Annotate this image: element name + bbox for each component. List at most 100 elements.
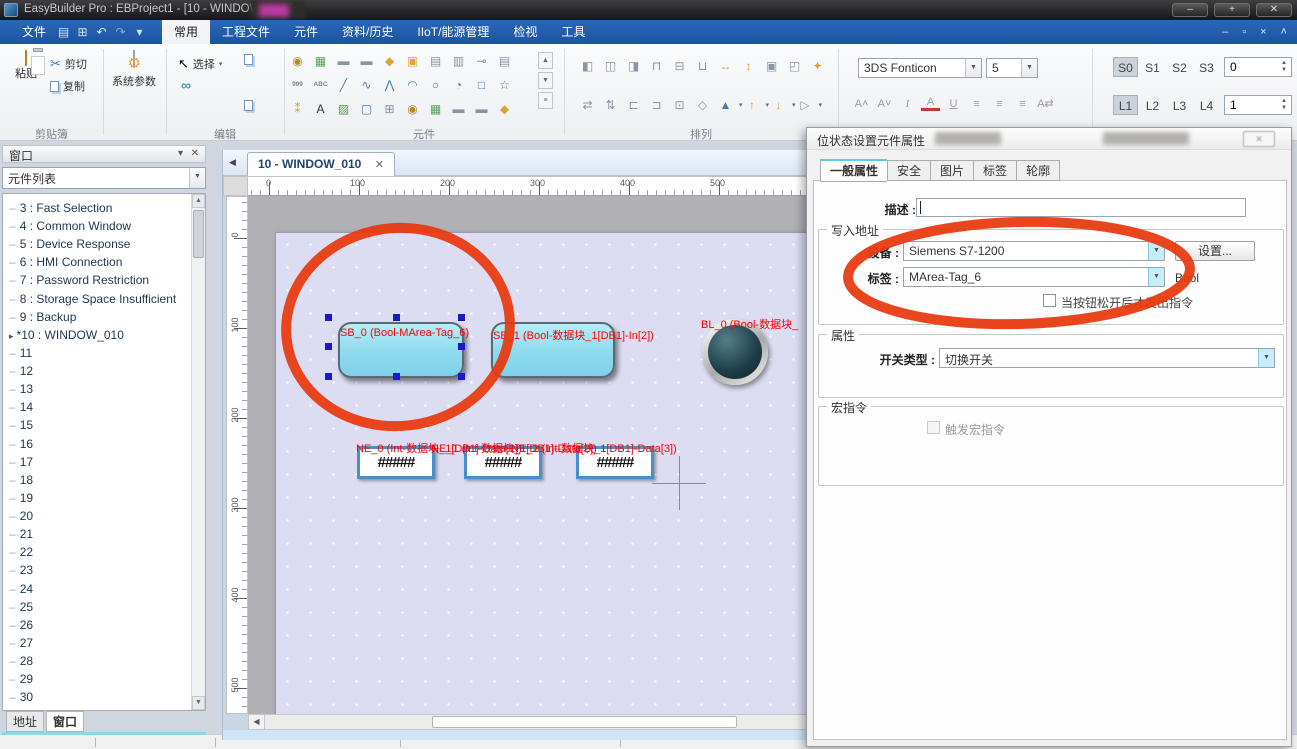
tree-item[interactable]: –17 xyxy=(9,453,189,471)
tag-icon[interactable]: ◆ xyxy=(495,100,514,119)
state-button-s0[interactable]: S0 xyxy=(1113,57,1138,77)
expander-icon[interactable]: ▸ xyxy=(9,331,14,341)
shrink-font-icon[interactable]: A˅ xyxy=(875,95,894,114)
menu-tab-5[interactable]: 检视 xyxy=(501,20,549,44)
tag-combo[interactable]: MArea-Tag_6 ▼ xyxy=(903,267,1165,287)
bit-lamp2-icon[interactable]: ◉ xyxy=(403,100,422,119)
word-lamp-icon[interactable]: ▦ xyxy=(311,52,330,71)
italic-icon[interactable]: I xyxy=(898,95,917,114)
group-icon[interactable]: ◰ xyxy=(785,57,804,76)
circle-icon[interactable]: ○ xyxy=(426,76,445,95)
element-gallery-scroll[interactable]: ▲ ▼ ≡ xyxy=(538,52,553,112)
window-restore-icon[interactable]: ▫ xyxy=(1242,27,1246,38)
spin-down-icon[interactable]: ▼ xyxy=(1279,66,1289,75)
move-up-icon[interactable]: ↑ xyxy=(743,96,762,115)
font-size-combo[interactable]: 5 ▼ xyxy=(986,58,1038,78)
align-left-icon[interactable]: ◧ xyxy=(578,57,597,76)
chevron-down-icon[interactable]: ▼ xyxy=(1148,268,1164,286)
device-settings-button[interactable]: 设置... xyxy=(1175,241,1255,261)
selection-handle[interactable] xyxy=(325,343,332,350)
language-button-l1[interactable]: L1 xyxy=(1113,95,1138,115)
tree-item[interactable]: –23 xyxy=(9,561,189,579)
same-width-icon[interactable]: ⊏ xyxy=(624,96,643,115)
menu-tab-6[interactable]: 工具 xyxy=(549,20,597,44)
tree-scrollbar[interactable]: ▲ ▼ xyxy=(191,194,205,710)
document-tab[interactable]: 10 - WINDOW_010 ✕ xyxy=(247,152,395,176)
grow-font-icon[interactable]: A˄ xyxy=(852,95,871,114)
selection-handle[interactable] xyxy=(393,373,400,380)
selection-handle[interactable] xyxy=(325,314,332,321)
selection-handle[interactable] xyxy=(325,373,332,380)
text-icon[interactable]: A xyxy=(311,100,330,119)
align-bottom-icon[interactable]: ⊔ xyxy=(693,57,712,76)
scroll-thumb[interactable] xyxy=(193,210,204,258)
sidebar-tab-0[interactable]: 地址 xyxy=(6,711,44,732)
tree-item[interactable]: –16 xyxy=(9,435,189,453)
font-color-icon[interactable]: A xyxy=(921,95,940,111)
close-button[interactable]: ✕ xyxy=(1256,3,1292,17)
tree-item[interactable]: –20 xyxy=(9,507,189,525)
undo-icon[interactable]: ↶ xyxy=(94,25,109,40)
chevron-down-icon[interactable]: ▼ xyxy=(965,59,981,77)
same-height-icon[interactable]: ⊐ xyxy=(647,96,666,115)
chevron-down-icon[interactable]: ▼ xyxy=(1021,59,1037,77)
multi-state-switch-icon[interactable]: ▣ xyxy=(403,52,422,71)
tree-item[interactable]: –26 xyxy=(9,616,189,634)
numeric-input-icon[interactable]: 999 xyxy=(288,76,307,95)
release-command-checkbox[interactable] xyxy=(1043,294,1056,307)
panel-close-icon[interactable]: ✕ xyxy=(191,148,199,159)
tab-scroll-left-icon[interactable]: ◀ xyxy=(229,157,236,168)
tree-item[interactable]: ▸*10 : WINDOW_010 xyxy=(9,326,189,344)
wave-icon[interactable]: ∿ xyxy=(357,76,376,95)
tree-item[interactable]: –5 : Device Response xyxy=(9,235,189,253)
device-combo[interactable]: Siemens S7-1200 ▼ xyxy=(903,241,1165,261)
width-equal-icon[interactable]: ↔ xyxy=(716,57,735,76)
select-tool-button[interactable]: ↖ 选择 ▾ xyxy=(178,56,222,72)
tree-item[interactable]: –3 : Fast Selection xyxy=(9,199,189,217)
chevron-down-icon[interactable]: ▼ xyxy=(1258,349,1274,367)
slider-icon[interactable]: ⊸ xyxy=(472,52,491,71)
font-family-combo[interactable]: 3DS Fonticon ▼ xyxy=(858,58,982,78)
scroll-left-icon[interactable]: ◀ xyxy=(249,715,265,729)
tree-item[interactable]: –12 xyxy=(9,362,189,380)
align-middle-icon[interactable]: ⊟ xyxy=(670,57,689,76)
export-icon[interactable]: ⊞ xyxy=(75,25,90,40)
menu-tab-2[interactable]: 元件 xyxy=(282,20,330,44)
align-right-icon[interactable]: ◨ xyxy=(624,57,643,76)
gallery-more-icon[interactable]: ≡ xyxy=(538,92,553,109)
chevron-down-icon[interactable]: ▾ xyxy=(219,60,223,68)
tab-close-icon[interactable]: ✕ xyxy=(375,159,384,171)
qat-more-icon[interactable]: ▾ xyxy=(132,25,147,40)
tree-item[interactable]: –15 xyxy=(9,416,189,434)
maximize-button[interactable]: + xyxy=(1214,3,1250,17)
description-input[interactable] xyxy=(916,198,1246,217)
switch-type-combo[interactable]: 切换开关 ▼ xyxy=(939,348,1275,368)
ribbon-collapse-icon[interactable]: ˄ xyxy=(1281,27,1287,38)
dialog-tab-2[interactable]: 图片 xyxy=(930,160,973,181)
text-style-icon[interactable]: A⇄ xyxy=(1036,95,1055,114)
tree-item[interactable]: –29 xyxy=(9,670,189,688)
copy-button[interactable]: 复制 xyxy=(50,78,85,94)
window-close-icon[interactable]: × xyxy=(1260,27,1266,38)
save-icon[interactable]: ▤ xyxy=(56,25,71,40)
align-center-icon[interactable]: ◫ xyxy=(601,57,620,76)
underline-icon[interactable]: U xyxy=(944,95,963,114)
dialog-tab-4[interactable]: 轮廓 xyxy=(1016,160,1060,181)
fn-display-icon[interactable]: ▤ xyxy=(426,52,445,71)
state-spinner[interactable]: 0 ▲ ▼ xyxy=(1224,57,1292,77)
tree-item[interactable]: –6 : HMI Connection xyxy=(9,253,189,271)
language-button-l3[interactable]: L3 xyxy=(1167,96,1192,116)
menu-tab-4[interactable]: IIoT/能源管理 xyxy=(405,20,501,44)
tree-item[interactable]: –14 xyxy=(9,398,189,416)
align-text-center-icon[interactable]: ≡ xyxy=(990,95,1009,114)
language-button-l4[interactable]: L4 xyxy=(1194,96,1219,116)
cut-button[interactable]: ✂ 剪切 xyxy=(50,56,87,72)
window-minimize-icon[interactable]: – xyxy=(1222,27,1228,38)
tree-item[interactable]: –18 xyxy=(9,471,189,489)
language-button-l2[interactable]: L2 xyxy=(1140,96,1165,116)
state-button-s1[interactable]: S1 xyxy=(1140,58,1165,78)
selection-handle[interactable] xyxy=(458,314,465,321)
function-key-icon[interactable]: ◆ xyxy=(380,52,399,71)
tree-item[interactable]: –4 : Common Window xyxy=(9,217,189,235)
language-spinner[interactable]: 1 ▲ ▼ xyxy=(1224,95,1292,115)
